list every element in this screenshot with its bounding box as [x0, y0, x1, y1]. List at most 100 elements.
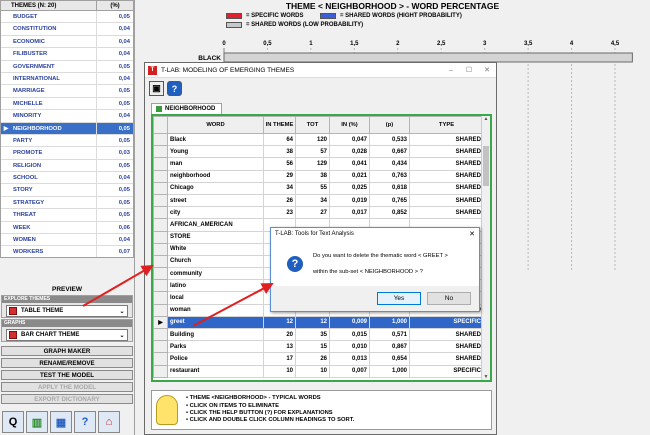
cell-word[interactable]: community [167, 267, 264, 281]
cell-in-theme[interactable]: 38 [263, 145, 296, 159]
themes-header-name[interactable]: THEMES (N: 20) [1, 1, 97, 10]
cell-type[interactable]: SHARED [409, 206, 484, 220]
word-row[interactable]: restaurant 10 10 0,007 1,000 SPECIFIC [153, 364, 484, 378]
theme-row[interactable]: RELIGION 0,05 [1, 159, 133, 173]
cell-in-pct[interactable]: 0,017 [329, 206, 370, 220]
cell-p[interactable]: 0,763 [369, 169, 410, 183]
col-tot[interactable]: TOT [295, 116, 330, 134]
theme-row[interactable]: PROMOTE 0,03 [1, 147, 133, 160]
scroll-up-icon[interactable]: ▲ [482, 116, 490, 122]
cell-type[interactable]: SPECIFIC [409, 364, 484, 378]
cell-in-theme[interactable]: 10 [263, 364, 296, 378]
cell-p[interactable]: 0,867 [369, 340, 410, 354]
theme-row[interactable]: WORKERS 0,07 [1, 246, 133, 257]
cell-word[interactable]: city [167, 206, 264, 220]
cell-tot[interactable]: 120 [295, 132, 330, 147]
cell-tot[interactable]: 15 [295, 340, 330, 354]
graph-maker-button[interactable]: GRAPH MAKER [1, 346, 133, 356]
cell-word[interactable]: greet [167, 315, 264, 330]
cell-in-theme[interactable]: 34 [263, 181, 296, 195]
cell-type[interactable]: SHARED [409, 157, 484, 171]
preview-label[interactable]: PREVIEW [0, 286, 134, 293]
cell-tot[interactable]: 38 [295, 169, 330, 183]
col-word[interactable]: WORD [167, 116, 264, 134]
bar[interactable] [223, 52, 633, 63]
bar-chart-icon[interactable]: ▥ [26, 411, 48, 433]
theme-row[interactable]: STRATEGY 0,05 [1, 196, 133, 210]
scroll-down-icon[interactable]: ▼ [482, 374, 490, 380]
scrollbar-thumb[interactable] [483, 146, 489, 186]
theme-row[interactable]: THREAT 0,05 [1, 209, 133, 222]
cell-in-pct[interactable]: 0,041 [329, 157, 370, 171]
save-icon[interactable]: ▣ [149, 81, 164, 96]
minimize-icon[interactable]: – [442, 67, 460, 74]
cell-in-theme[interactable]: 56 [263, 157, 296, 171]
cell-in-pct[interactable]: 0,007 [329, 364, 370, 378]
cell-type[interactable]: SHARED [409, 352, 484, 366]
cell-word[interactable]: Young [167, 145, 264, 159]
cell-in-pct[interactable]: 0,025 [329, 181, 370, 195]
cell-type[interactable]: SHARED [409, 327, 484, 342]
cell-word[interactable]: neighborhood [167, 169, 264, 183]
cell-p[interactable]: 1,000 [369, 315, 410, 330]
rename-remove-button[interactable]: RENAME/REMOVE [1, 358, 133, 368]
explore-themes-select[interactable]: TABLE THEME ⌄ [6, 305, 128, 317]
cell-in-theme[interactable]: 23 [263, 206, 296, 220]
yes-button[interactable]: Yes [377, 292, 421, 305]
cell-word[interactable]: AFRICAN_AMERICAN [167, 218, 264, 232]
cell-in-theme[interactable]: 26 [263, 193, 296, 208]
word-row[interactable]: Parks 13 15 0,010 0,867 SHARED [153, 340, 484, 354]
cell-in-pct[interactable]: 0,047 [329, 132, 370, 147]
cell-tot[interactable]: 57 [295, 145, 330, 159]
theme-row[interactable]: CONSTITUTION 0,04 [1, 23, 133, 36]
word-row[interactable]: Police 17 26 0,013 0,654 SHARED [153, 352, 484, 366]
cell-word[interactable]: latino [167, 279, 264, 293]
cell-tot[interactable]: 55 [295, 181, 330, 195]
cell-type[interactable]: SHARED [409, 181, 484, 195]
cell-in-pct[interactable]: 0,009 [329, 315, 370, 330]
cell-in-theme[interactable]: 17 [263, 352, 296, 366]
maximize-icon[interactable]: ☐ [460, 66, 478, 74]
cell-p[interactable]: 0,667 [369, 145, 410, 159]
theme-row[interactable]: WOMEN 0,04 [1, 234, 133, 247]
grid-icon[interactable]: ▦ [50, 411, 72, 433]
close-icon[interactable]: ✕ [465, 228, 479, 241]
magnifier-icon[interactable]: Q [2, 411, 24, 433]
cell-word[interactable]: street [167, 193, 264, 208]
cell-p[interactable]: 0,765 [369, 193, 410, 208]
cell-word[interactable]: local [167, 291, 264, 305]
col-in-theme[interactable]: IN THEME [263, 116, 296, 134]
col-p[interactable]: (p) [369, 116, 410, 134]
cell-p[interactable]: 1,000 [369, 364, 410, 378]
cell-in-pct[interactable]: 0,028 [329, 145, 370, 159]
word-row[interactable]: Young 38 57 0,028 0,667 SHARED [153, 145, 484, 159]
theme-row[interactable]: ECONOMIC 0,04 [1, 35, 133, 49]
cell-type[interactable]: SHARED [409, 169, 484, 183]
col-type[interactable]: TYPE [409, 116, 484, 134]
theme-row[interactable]: ▶ NEIGHBORHOOD 0,05 [1, 122, 133, 135]
word-row[interactable]: street 26 34 0,019 0,765 SHARED [153, 193, 484, 208]
cell-tot[interactable]: 12 [295, 315, 330, 330]
cell-word[interactable]: restaurant [167, 364, 264, 378]
cell-tot[interactable]: 27 [295, 206, 330, 220]
cell-p[interactable]: 0,654 [369, 352, 410, 366]
theme-row[interactable]: GOVERNMENT 0,05 [1, 60, 133, 73]
word-row[interactable]: man 56 129 0,041 0,434 SHARED [153, 157, 484, 171]
cell-tot[interactable]: 26 [295, 352, 330, 366]
word-row[interactable]: Chicago 34 55 0,025 0,618 SHARED [153, 181, 484, 195]
cell-p[interactable]: 0,571 [369, 327, 410, 342]
cell-word[interactable]: Black [167, 132, 264, 147]
word-row[interactable]: ▶ greet 12 12 0,009 1,000 SPECIFIC [153, 315, 484, 330]
theme-row[interactable]: WEEK 0,06 [1, 221, 133, 235]
cell-word[interactable]: STORE [167, 230, 264, 244]
cell-in-pct[interactable]: 0,021 [329, 169, 370, 183]
cell-tot[interactable]: 35 [295, 327, 330, 342]
cell-p[interactable]: 0,618 [369, 181, 410, 195]
cell-in-pct[interactable]: 0,013 [329, 352, 370, 366]
close-icon[interactable]: ✕ [478, 66, 496, 74]
cell-in-pct[interactable]: 0,010 [329, 340, 370, 354]
cell-in-theme[interactable]: 29 [263, 169, 296, 183]
graphs-select[interactable]: BAR CHART THEME ⌄ [6, 329, 128, 341]
cell-tot[interactable]: 10 [295, 364, 330, 378]
cell-type[interactable]: SHARED [409, 193, 484, 208]
